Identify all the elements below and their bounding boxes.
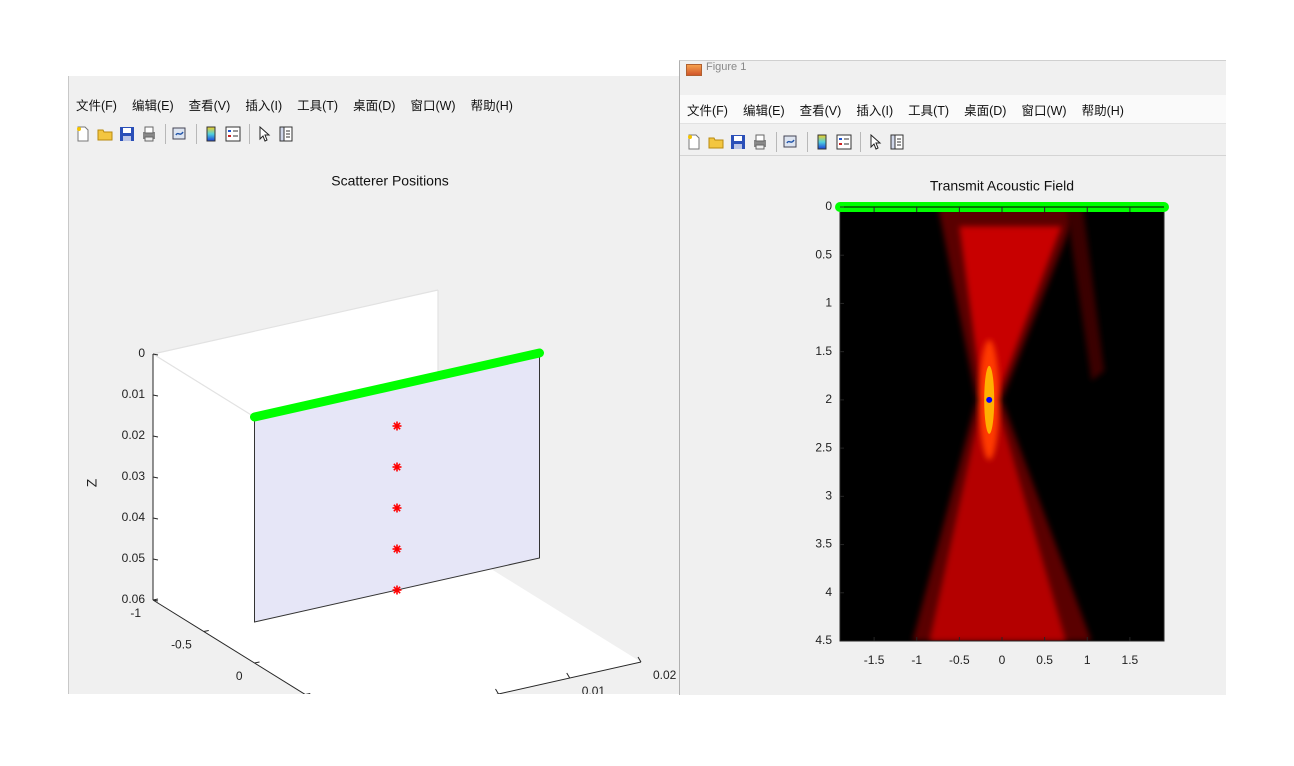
- toolbar-separator: [249, 124, 250, 144]
- z-tick-label: 0: [138, 346, 145, 360]
- menu-file[interactable]: 文件(F): [680, 100, 736, 119]
- z-axis-label: Z: [84, 478, 100, 487]
- y-tick-label: 2.5: [815, 440, 832, 454]
- menu-view[interactable]: 查看(V): [793, 100, 850, 119]
- property-inspector-icon[interactable]: [887, 132, 907, 152]
- acoustic-field-axes[interactable]: 0 0.5 1 1.5 2 2.5 3 3.5 4 4.5 -1.5 -1 -0.5 0 0.5 1 1.5 Tr…: [680, 159, 1226, 695]
- print-icon[interactable]: [139, 124, 159, 144]
- menu-file[interactable]: 文件(F): [69, 95, 125, 114]
- insert-legend-icon[interactable]: [834, 132, 854, 152]
- link-figure-icon[interactable]: [170, 124, 190, 144]
- x-tick-label: 1.5: [1122, 653, 1139, 667]
- z-tick-label: 0.04: [122, 510, 146, 524]
- menu-view[interactable]: 查看(V): [182, 95, 239, 114]
- z-tick-label: 0.02: [122, 428, 146, 442]
- matlab-figure-icon: [686, 64, 702, 76]
- y-tick-label: 1.5: [815, 344, 832, 358]
- menu-tools[interactable]: 工具(T): [901, 100, 957, 119]
- menu-edit[interactable]: 编辑(E): [125, 95, 182, 114]
- plot-area: 0 0.5 1 1.5 2 2.5 3 3.5 4 4.5 -1.5 -1 -0.5 0 0.5 1 1.5 Tr…: [680, 159, 1226, 695]
- z-tick-label: 0.06: [122, 592, 146, 606]
- insert-legend-icon[interactable]: [223, 124, 243, 144]
- window-title-bar: Figure 1: [680, 61, 1226, 76]
- y-tick-label: 0: [825, 199, 832, 213]
- toolbar-separator: [776, 131, 777, 152]
- property-inspector-icon[interactable]: [276, 124, 296, 144]
- x-tick-label: -1: [911, 653, 922, 667]
- menu-insert[interactable]: 插入(I): [849, 100, 901, 119]
- figure-toolbar: [680, 128, 1226, 156]
- y-tick-label: 3.5: [815, 537, 832, 551]
- menu-tools[interactable]: 工具(T): [290, 95, 346, 114]
- toolbar-separator: [860, 131, 861, 152]
- chart-title: Scatterer Positions: [331, 173, 449, 189]
- open-file-icon[interactable]: [95, 124, 115, 144]
- menu-bar: 文件(F) 编辑(E) 查看(V) 插入(I) 工具(T) 桌面(D) 窗口(W…: [680, 95, 1226, 124]
- z-tick-label: 0.03: [122, 469, 146, 483]
- link-figure-icon[interactable]: [781, 132, 801, 152]
- chart-title: Transmit Acoustic Field: [930, 178, 1074, 194]
- z-tick-label: 0.01: [122, 387, 146, 401]
- pointer-icon[interactable]: [254, 124, 274, 144]
- menu-insert[interactable]: 插入(I): [238, 95, 290, 114]
- menu-window[interactable]: 窗口(W): [403, 95, 463, 114]
- open-file-icon[interactable]: [706, 132, 726, 152]
- x-tick-label: 0.5: [1036, 653, 1053, 667]
- menu-window[interactable]: 窗口(W): [1014, 100, 1074, 119]
- y-tick-label: 3: [825, 489, 832, 503]
- y-tick-label: 4: [825, 585, 832, 599]
- z-tick-label: 0.05: [122, 551, 146, 565]
- plot-area: 00.010.020.030.040.050.06-1-0.500.51-0.0…: [69, 150, 679, 694]
- menu-help[interactable]: 帮助(H): [1075, 100, 1132, 119]
- pointer-icon[interactable]: [865, 132, 885, 152]
- menu-help[interactable]: 帮助(H): [464, 95, 521, 114]
- figure-window-scatterer: 文件(F) 编辑(E) 查看(V) 插入(I) 工具(T) 桌面(D) 窗口(W…: [68, 76, 679, 694]
- menu-desktop[interactable]: 桌面(D): [957, 100, 1014, 119]
- x-tick-label: 0.01: [582, 684, 606, 694]
- y-tick-label: 4.5: [815, 633, 832, 647]
- y-tick-label: 2: [825, 392, 832, 406]
- menu-desktop[interactable]: 桌面(D): [346, 95, 403, 114]
- save-icon[interactable]: [117, 124, 137, 144]
- x-tick-label: -0.5: [949, 653, 970, 667]
- scatterer-point: [392, 462, 402, 472]
- y-tick-label: 0: [236, 669, 243, 683]
- x-tick-label: 1: [1084, 653, 1091, 667]
- focus-point: [986, 396, 993, 403]
- insert-colorbar-icon[interactable]: [812, 132, 832, 152]
- figure-window-acoustic-field: Figure 1 文件(F) 编辑(E) 查看(V) 插入(I) 工具(T) 桌…: [679, 60, 1226, 695]
- y-tick-label: 1: [825, 296, 832, 310]
- y-tick-label: 0.5: [815, 247, 832, 261]
- menu-edit[interactable]: 编辑(E): [736, 100, 793, 119]
- scatterer-3d-axes[interactable]: 00.010.020.030.040.050.06-1-0.500.51-0.0…: [69, 150, 679, 694]
- window-title: Figure 1: [706, 61, 747, 73]
- y-tick-label: -0.5: [171, 638, 192, 652]
- figure-toolbar: [69, 120, 679, 148]
- insert-colorbar-icon[interactable]: [201, 124, 221, 144]
- x-tick-label: 0: [999, 653, 1006, 667]
- toolbar-separator: [196, 124, 197, 144]
- print-icon[interactable]: [750, 132, 770, 152]
- scatterer-point: [392, 503, 402, 513]
- new-figure-icon[interactable]: [684, 132, 704, 152]
- x-tick-label: 0.02: [653, 668, 677, 682]
- menu-bar: 文件(F) 编辑(E) 查看(V) 插入(I) 工具(T) 桌面(D) 窗口(W…: [69, 90, 679, 118]
- toolbar-separator: [807, 131, 808, 152]
- x-tick-label: -1.5: [864, 653, 885, 667]
- y-tick-label: -1: [130, 606, 141, 620]
- toolbar-separator: [165, 124, 166, 144]
- save-icon[interactable]: [728, 132, 748, 152]
- new-figure-icon[interactable]: [73, 124, 93, 144]
- scatterer-point: [392, 421, 402, 431]
